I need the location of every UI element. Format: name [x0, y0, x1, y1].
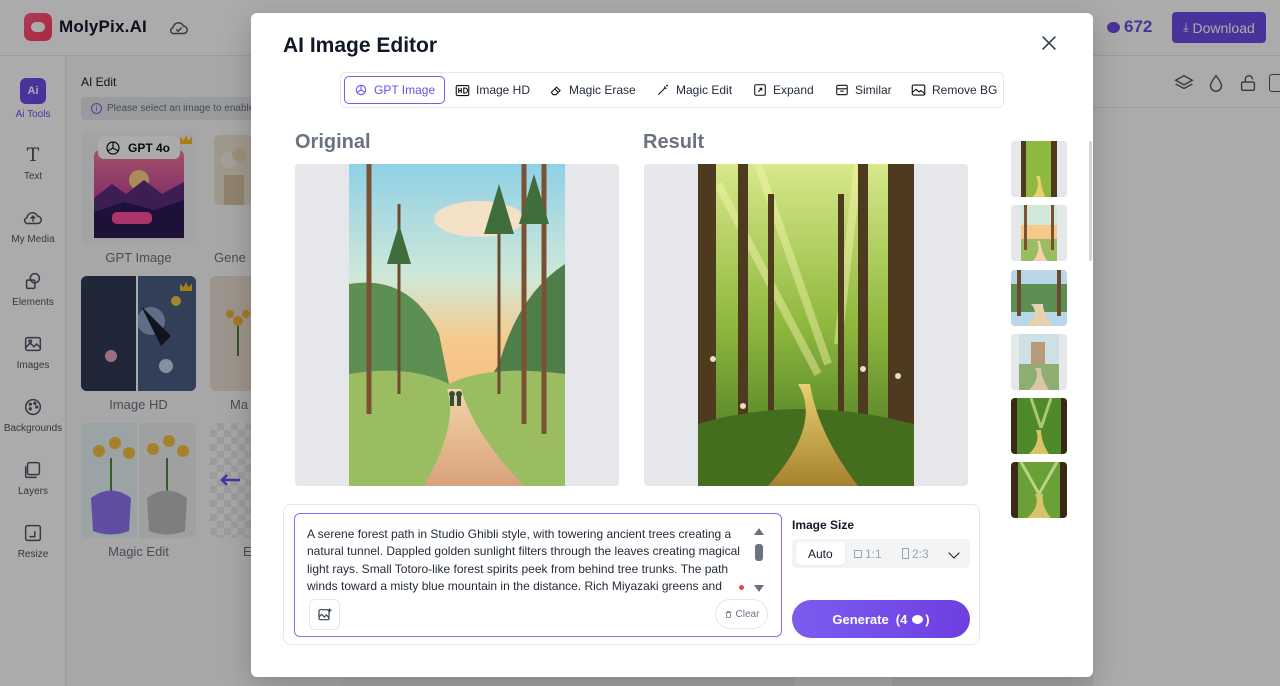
tab-label: Similar: [855, 83, 892, 97]
tab-label: Magic Erase: [569, 83, 636, 97]
clear-label: Clear: [735, 608, 760, 620]
prompt-text[interactable]: A serene forest path in Studio Ghibli st…: [307, 526, 747, 594]
editor-tabs: GPT Image Image HD Magic Erase Magic Edi…: [340, 72, 1004, 108]
result-image: [698, 164, 914, 486]
size-option-1-1[interactable]: 1:1: [854, 542, 882, 565]
history-thumbnail[interactable]: [1011, 334, 1067, 390]
scroll-thumb[interactable]: [755, 544, 763, 561]
prompt-scrollbar[interactable]: [754, 528, 764, 592]
prompt-textarea[interactable]: A serene forest path in Studio Ghibli st…: [294, 513, 782, 637]
openai-icon: [355, 84, 367, 96]
image-size-selector[interactable]: Auto 1:1 2:3: [792, 539, 970, 568]
portrait-ratio-icon: [902, 548, 909, 559]
size-option-label: 1:1: [865, 546, 882, 561]
magic-wand-icon: [657, 84, 668, 96]
close-icon[interactable]: [1038, 32, 1060, 54]
coin-icon: [912, 614, 924, 624]
chevron-down-icon[interactable]: [948, 547, 960, 559]
trash-icon: [725, 610, 732, 618]
eraser-icon: [550, 86, 561, 96]
thumbnail-image: [1011, 398, 1067, 454]
tab-gpt-image[interactable]: GPT Image: [344, 76, 446, 104]
expand-icon: [754, 84, 766, 96]
image-size-label: Image Size: [792, 518, 855, 532]
hd-icon: [455, 84, 470, 96]
modal-title: AI Image Editor: [283, 34, 438, 57]
thumbnail-image: [1011, 462, 1067, 518]
remove-bg-icon: [911, 84, 926, 96]
size-option-2-3[interactable]: 2:3: [902, 542, 929, 565]
result-heading: Result: [643, 131, 705, 153]
original-heading: Original: [295, 131, 371, 153]
clear-button[interactable]: Clear: [715, 599, 768, 629]
add-image-button[interactable]: [309, 599, 340, 630]
tab-expand[interactable]: Expand: [744, 76, 823, 104]
tab-label: Magic Edit: [676, 83, 733, 97]
history-thumbnail[interactable]: [1011, 462, 1067, 518]
original-image: [349, 164, 565, 486]
size-option-label: 2:3: [912, 546, 929, 561]
tab-magic-edit[interactable]: Magic Edit: [647, 76, 741, 104]
history-thumbnail[interactable]: [1011, 141, 1067, 197]
size-option-auto[interactable]: Auto: [796, 542, 845, 565]
tab-remove-bg[interactable]: Remove BG: [902, 76, 1006, 104]
tab-similar[interactable]: Similar: [826, 76, 901, 104]
prompt-panel: A serene forest path in Studio Ghibli st…: [283, 504, 980, 645]
generate-cost: (4: [895, 611, 908, 627]
thumbnail-image: [1011, 205, 1067, 261]
tab-label: Remove BG: [932, 83, 998, 97]
size-option-label: Auto: [808, 546, 833, 561]
add-image-icon: [317, 607, 332, 620]
generate-cost-close: ): [925, 611, 930, 627]
status-dot: [739, 585, 744, 590]
history-thumbnail[interactable]: [1011, 270, 1067, 326]
result-image-frame: [644, 164, 968, 486]
tab-label: GPT Image: [374, 83, 436, 97]
tab-label: Expand: [773, 83, 814, 97]
tab-label: Image HD: [476, 83, 531, 97]
thumbnail-image: [1011, 270, 1067, 326]
history-thumbnails: [1011, 139, 1067, 519]
scroll-down-icon[interactable]: [754, 585, 764, 592]
history-thumbnail[interactable]: [1011, 398, 1067, 454]
generate-label: Generate: [832, 611, 889, 627]
original-image-frame: [295, 164, 619, 486]
similar-icon: [836, 84, 848, 96]
thumbnail-image: [1011, 334, 1067, 390]
tab-image-hd[interactable]: Image HD: [446, 76, 539, 104]
tab-magic-erase[interactable]: Magic Erase: [540, 76, 645, 104]
generate-button[interactable]: Generate (4 ): [792, 600, 970, 638]
thumbnails-scrollbar[interactable]: [1089, 141, 1092, 261]
thumbnail-image: [1011, 141, 1067, 197]
ai-image-editor-modal: AI Image Editor GPT Image Image HD Magic…: [251, 13, 1093, 677]
history-thumbnail[interactable]: [1011, 205, 1067, 261]
square-ratio-icon: [854, 549, 862, 558]
scroll-up-icon[interactable]: [754, 528, 764, 535]
